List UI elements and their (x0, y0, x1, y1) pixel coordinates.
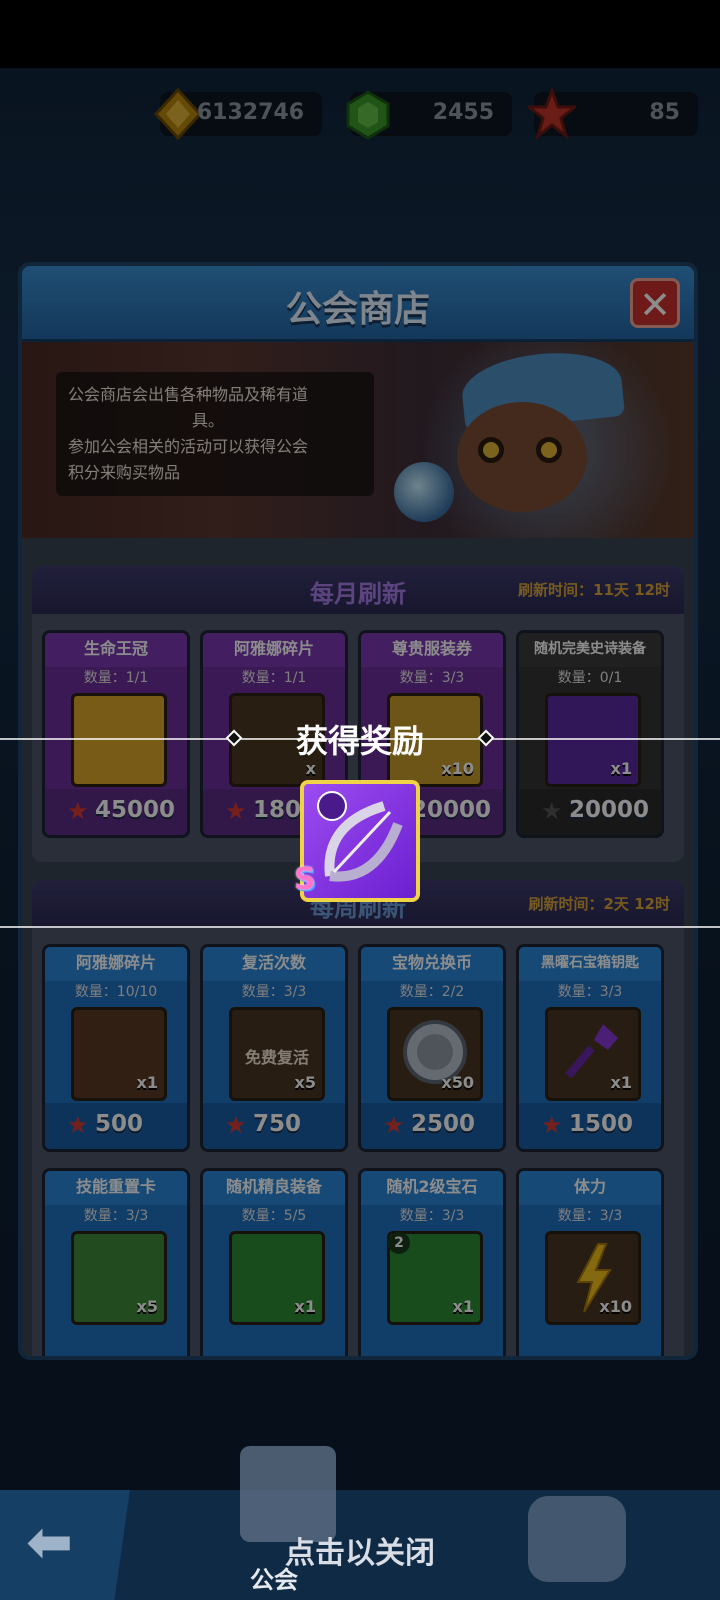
reward-title: 获得奖励 (295, 722, 424, 760)
tap-to-close-hint[interactable]: 点击以关闭 (0, 1528, 720, 1572)
grade-badge: S (294, 862, 316, 897)
bow-icon (317, 791, 403, 882)
reward-divider (0, 926, 720, 928)
reward-item[interactable] (300, 780, 420, 902)
guild-tab-label: 公会 (250, 1566, 298, 1594)
